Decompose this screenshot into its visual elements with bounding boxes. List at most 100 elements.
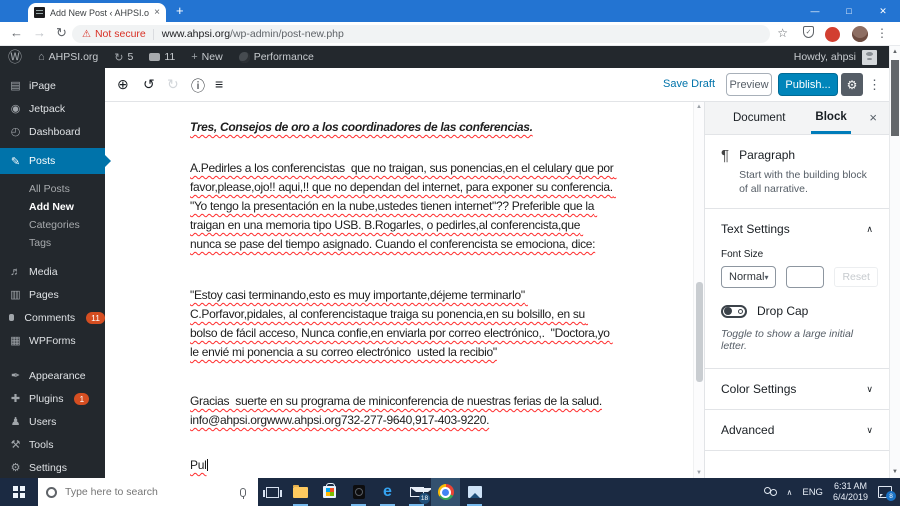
sidebar-item-pages[interactable]: ▥ Pages — [0, 283, 105, 306]
sidebar-item-media[interactable]: ♬ Media — [0, 260, 105, 283]
scroll-up-icon[interactable]: ▲ — [890, 49, 900, 55]
browser-menu-kebab-icon[interactable]: ⋮ — [876, 26, 888, 40]
tray-chevron-icon[interactable]: ∧ — [787, 488, 793, 497]
drop-cap-label: Drop Cap — [757, 304, 808, 318]
address-bar[interactable]: ⚠ Not secure www.ahpsi.org /wp-admin/pos… — [72, 25, 770, 43]
page-scrollbar[interactable]: ▲ ▼ — [889, 46, 900, 478]
reload-icon[interactable]: ↻ — [56, 25, 67, 41]
tab-document[interactable]: Document — [729, 102, 789, 134]
post-paragraph[interactable]: Gracias suerte en su programa de minicon… — [190, 392, 614, 430]
sidebar-item-categories[interactable]: Categories — [0, 216, 105, 234]
admin-bar-updates[interactable]: ↻ 5 — [114, 51, 133, 64]
sidebar-item-comments[interactable]: Comments 11 — [0, 306, 105, 329]
more-options-kebab-icon[interactable]: ⋮ — [868, 77, 881, 93]
admin-bar-performance[interactable]: Performance — [239, 51, 314, 63]
url-host: www.ahpsi.org — [162, 28, 230, 40]
post-paragraph[interactable]: A.Pedirles a los conferencistas que no t… — [190, 159, 614, 254]
dark-app-icon[interactable] — [344, 478, 373, 506]
editor-scrollbar-thumb[interactable] — [696, 282, 703, 382]
microsoft-store-icon[interactable] — [315, 478, 344, 506]
mail-icon[interactable]: 18 — [402, 478, 431, 506]
block-description: Start with the building block of all nar… — [739, 168, 875, 196]
sidebar-item-all-posts[interactable]: All Posts — [0, 180, 105, 198]
screen: Add New Post ‹ AHPSI.org — Wo × + — □ ✕ … — [0, 0, 900, 506]
redo-icon[interactable]: ↻ — [167, 76, 179, 93]
font-size-select[interactable]: Normal ▾ — [721, 266, 776, 288]
panel-tabs: Document Block × — [705, 102, 889, 135]
taskbar-search[interactable] — [38, 478, 258, 506]
wp-logo-icon[interactable]: Ⓦ — [8, 47, 22, 67]
preview-button[interactable]: Preview — [726, 73, 772, 96]
forward-icon[interactable]: → — [33, 25, 46, 40]
admin-bar-account[interactable]: Howdy, ahpsi — [794, 50, 877, 65]
sidebar-item-tags[interactable]: Tags — [0, 234, 105, 252]
sidebar-item-settings[interactable]: ⚙ Settings — [0, 456, 105, 479]
profile-avatar[interactable] — [852, 26, 868, 42]
tab-close-icon[interactable]: × — [154, 7, 160, 18]
content-structure-icon[interactable]: ⓘ — [191, 76, 205, 96]
editor-scrollbar[interactable]: ▲ ▼ — [693, 102, 704, 478]
not-secure-label[interactable]: Not secure — [95, 28, 146, 40]
settings-gear-button[interactable]: ⚙ — [841, 73, 863, 96]
sidebar-item-appearance[interactable]: ✒ Appearance — [0, 364, 105, 387]
minimize-icon[interactable]: — — [798, 0, 832, 22]
drop-cap-toggle[interactable] — [721, 305, 747, 318]
people-icon[interactable] — [763, 487, 777, 497]
scroll-down-icon[interactable]: ▼ — [694, 470, 704, 476]
adblock-extension-icon[interactable] — [825, 27, 840, 42]
editor-canvas[interactable]: Tres, Consejos de oro a los coordinadore… — [105, 102, 693, 478]
text-settings-header[interactable]: Text Settings ∧ — [705, 209, 889, 249]
admin-bar-site-name[interactable]: ⌂ AHPSI.org — [38, 51, 98, 63]
admin-bar-new[interactable]: + New — [191, 51, 222, 63]
language-indicator[interactable]: ENG — [802, 487, 823, 498]
sidebar-item-users[interactable]: ♟ Users — [0, 410, 105, 433]
font-size-custom-input[interactable] — [786, 266, 824, 288]
sidebar-item-add-new[interactable]: Add New — [0, 198, 105, 216]
admin-bar-comments[interactable]: 11 — [149, 51, 175, 63]
scroll-up-icon[interactable]: ▲ — [694, 104, 704, 110]
post-paragraph-title[interactable]: Tres, Consejos de oro a los coordinadore… — [190, 118, 614, 137]
browser-titlebar: Add New Post ‹ AHPSI.org — Wo × + — □ ✕ — [0, 0, 900, 22]
advanced-header[interactable]: Advanced ∨ — [705, 410, 889, 451]
sidebar-item-wpforms[interactable]: ▦ WPForms — [0, 329, 105, 352]
edge-icon[interactable]: e — [373, 478, 402, 506]
file-explorer-icon[interactable] — [286, 478, 315, 506]
sidebar-item-tools[interactable]: ⚒ Tools — [0, 433, 105, 456]
color-settings-header[interactable]: Color Settings ∨ — [705, 369, 889, 410]
panel-close-icon[interactable]: × — [869, 110, 877, 125]
sidebar-item-plugins[interactable]: ✚ Plugins 1 — [0, 387, 105, 410]
search-input[interactable] — [65, 486, 232, 498]
browser-tab[interactable]: Add New Post ‹ AHPSI.org — Wo × — [28, 3, 166, 22]
save-draft-button[interactable]: Save Draft — [663, 78, 715, 90]
block-navigation-icon[interactable]: ≡ — [215, 76, 223, 92]
microphone-icon[interactable] — [240, 488, 246, 497]
start-button[interactable] — [0, 478, 38, 506]
bookmark-star-icon[interactable]: ☆ — [777, 26, 788, 40]
maximize-icon[interactable]: □ — [832, 0, 866, 22]
scroll-down-icon[interactable]: ▼ — [890, 469, 900, 475]
sidebar-item-ipage[interactable]: ▤ iPage — [0, 74, 105, 97]
task-view-button[interactable] — [258, 478, 286, 506]
new-tab-button[interactable]: + — [176, 4, 184, 18]
sidebar-item-jetpack[interactable]: ◉ Jetpack — [0, 97, 105, 120]
chrome-icon[interactable] — [431, 478, 460, 506]
notification-badge: 8 — [886, 491, 896, 501]
sidebar-item-posts[interactable]: ✎ Posts — [0, 148, 105, 174]
comments-badge: 11 — [86, 312, 105, 324]
browser-toolbar: ← → ↻ ⚠ Not secure www.ahpsi.org /wp-adm… — [0, 22, 900, 46]
sidebar-item-dashboard[interactable]: ◴ Dashboard — [0, 120, 105, 143]
taskbar-clock[interactable]: 6:31 AM 6/4/2019 — [833, 481, 868, 503]
close-icon[interactable]: ✕ — [866, 0, 900, 22]
action-center-icon[interactable]: 8 — [878, 486, 892, 498]
photos-icon[interactable] — [460, 478, 489, 506]
shield-extension-icon[interactable]: ✓ — [803, 26, 814, 38]
post-paragraph-active[interactable]: Pul — [190, 456, 614, 475]
add-block-icon[interactable]: ⊕ — [117, 76, 129, 93]
undo-icon[interactable]: ↺ — [143, 76, 155, 93]
back-icon[interactable]: ← — [10, 25, 23, 40]
post-paragraph[interactable]: "Estoy casi terminando,esto es muy impor… — [190, 286, 614, 362]
publish-button[interactable]: Publish... — [778, 73, 838, 96]
reset-button[interactable]: Reset — [834, 267, 877, 287]
page-scrollbar-thumb[interactable] — [891, 60, 899, 136]
tab-block[interactable]: Block — [811, 102, 850, 134]
